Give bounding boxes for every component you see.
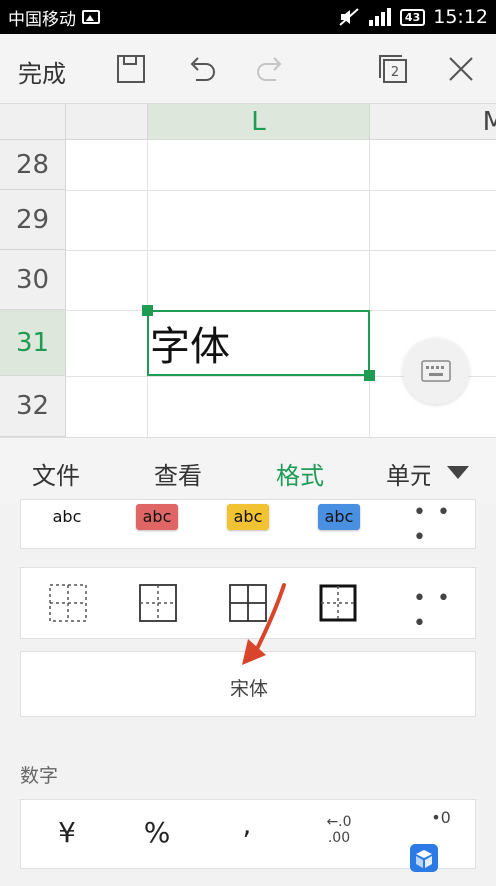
undo-icon[interactable]: [184, 52, 218, 86]
tab-view[interactable]: 查看: [154, 456, 202, 491]
ribbon-tabs: 文件 查看 格式 单元: [0, 437, 496, 506]
redo-icon[interactable]: [254, 52, 288, 86]
decrease-decimal-button[interactable]: ←.0 .00: [317, 814, 361, 846]
selection-handle-bottom-right[interactable]: [364, 370, 375, 381]
row-header-28[interactable]: 28: [0, 140, 66, 190]
signal-icon: [368, 8, 391, 26]
battery-icon: 43: [399, 8, 426, 26]
border-outer-icon[interactable]: [139, 584, 177, 622]
percent-format-button[interactable]: %: [139, 816, 175, 849]
site-watermark-logo: [408, 836, 494, 884]
more-styles-button[interactable]: • • •: [413, 500, 475, 550]
cell-styles-row: abc abc abc abc • • •: [20, 499, 476, 550]
window-switch-icon[interactable]: 2: [376, 52, 410, 86]
spreadsheet-grid[interactable]: L M 28 29 30 31 32 字体: [0, 104, 496, 437]
border-none-icon[interactable]: [49, 584, 87, 622]
column-header-k[interactable]: [66, 104, 148, 140]
row-header-29[interactable]: 29: [0, 190, 66, 250]
tab-cell[interactable]: 单元: [386, 456, 430, 491]
thousands-separator-button[interactable]: ,: [231, 808, 263, 841]
currency-format-button[interactable]: ¥: [51, 816, 83, 849]
row-header-30[interactable]: 30: [0, 250, 66, 310]
font-name: 宋体: [229, 678, 268, 700]
tab-format[interactable]: 格式: [276, 456, 324, 491]
tab-file[interactable]: 文件: [32, 456, 80, 491]
clock: 15:12: [433, 6, 488, 28]
column-header-l[interactable]: L: [148, 104, 370, 140]
border-thick-outer-icon[interactable]: [319, 584, 357, 622]
number-section-label: 数字: [20, 765, 59, 787]
tabs-dropdown-icon[interactable]: [447, 466, 469, 479]
mute-icon: [339, 8, 359, 26]
grid-line: [147, 140, 148, 437]
format-panel: abc abc abc abc • • • • • • 宋体 数字 ¥ % , …: [0, 499, 496, 886]
grid-line: [66, 190, 496, 191]
row-header-32[interactable]: 32: [0, 376, 66, 437]
grid-line: [369, 140, 370, 437]
style-blue[interactable]: abc: [318, 504, 360, 530]
selection-handle-top-left[interactable]: [142, 305, 153, 316]
window-count: 2: [390, 64, 400, 80]
style-plain[interactable]: abc: [46, 506, 88, 528]
more-borders-button[interactable]: • • •: [413, 586, 475, 636]
toolbar: 完成 2: [0, 34, 496, 104]
done-button[interactable]: 完成: [18, 54, 66, 89]
style-red[interactable]: abc: [136, 504, 178, 530]
cell-text: 字体: [150, 324, 230, 370]
grid-line: [66, 250, 496, 251]
keyboard-icon: [421, 360, 451, 382]
carrier-label: 中国移动: [8, 9, 76, 30]
style-yellow[interactable]: abc: [227, 504, 269, 530]
corner-header[interactable]: [0, 104, 66, 140]
row-header-31[interactable]: 31: [0, 310, 66, 376]
close-icon[interactable]: [444, 52, 478, 86]
keyboard-toggle-button[interactable]: [403, 338, 469, 404]
column-header-m[interactable]: M: [370, 104, 496, 140]
increase-decimal-button[interactable]: •0: [421, 808, 461, 827]
annotation-arrow-icon: [242, 583, 286, 665]
image-notification-icon: [82, 10, 100, 24]
save-icon[interactable]: [114, 52, 148, 86]
status-bar: 中国移动 43 15:12: [0, 0, 496, 34]
